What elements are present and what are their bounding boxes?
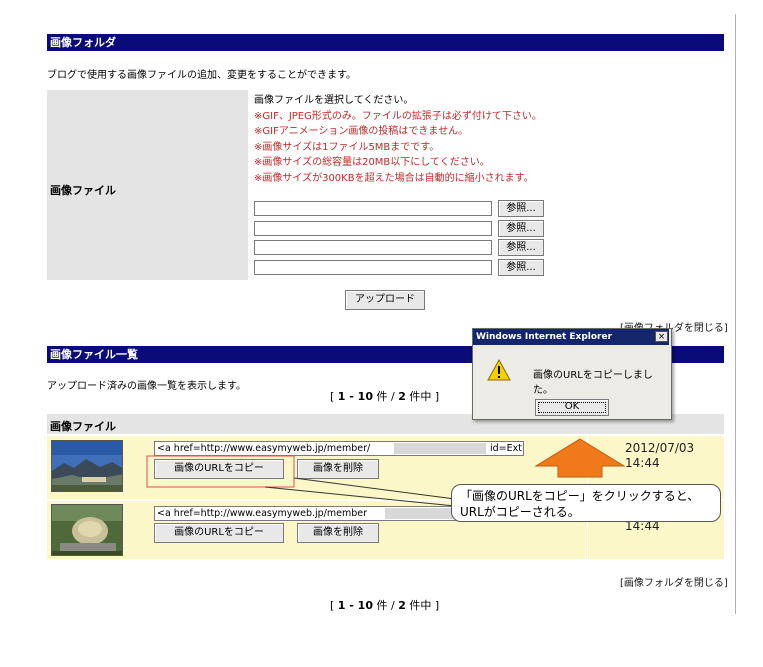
image-url-field[interactable]: <a href=http://www.easymyweb.jp/member/ …: [154, 441, 524, 456]
note-rule: ※GIF、JPEG形式のみ。ファイルの拡張子は必ず付けて下さい。: [254, 110, 542, 122]
copy-confirm-dialog: Windows Internet Explorer × 画像のURLをコピーしま…: [472, 328, 672, 420]
copy-url-button[interactable]: 画像のURLをコピー: [154, 459, 284, 479]
delete-image-button[interactable]: 画像を削除: [297, 523, 379, 543]
page-right-border: [735, 14, 736, 614]
delete-image-button[interactable]: 画像を削除: [297, 459, 379, 479]
pager-top: [ 1 - 10 件 / 2 件中 ]: [330, 390, 440, 403]
instruction-callout: 「画像のURLをコピー」をクリックすると、 URLがコピーされる。: [451, 484, 721, 522]
upload-date: 2012/07/03 14:44: [625, 441, 695, 470]
browse-button[interactable]: 参照...: [498, 200, 544, 217]
close-icon[interactable]: ×: [655, 331, 668, 342]
browse-button[interactable]: 参照...: [498, 259, 544, 276]
note-rule: ※画像サイズの総容量は20MB以下にしてください。: [254, 157, 490, 168]
folder-description: ブログで使用する画像ファイルの追加、変更をすることができます。: [47, 70, 356, 81]
note-rule: ※画像サイズが300KBを超えた場合は自動的に縮小されます。: [254, 172, 534, 184]
warning-icon: [487, 359, 511, 381]
file-label-cell: 画像ファイル: [47, 90, 248, 280]
file-path-input[interactable]: [254, 260, 492, 275]
dialog-message: 画像のURLをコピーしました。: [533, 370, 653, 396]
file-path-input[interactable]: [254, 201, 492, 216]
folder-header: 画像フォルダ: [47, 34, 724, 51]
note-rule: ※画像サイズは1ファイル5MBまでです。: [254, 141, 440, 153]
file-label: 画像ファイル: [50, 184, 116, 197]
file-path-input[interactable]: [254, 240, 492, 255]
close-folder-link[interactable]: [画像フォルダを閉じる]: [620, 574, 728, 589]
image-thumbnail[interactable]: [51, 504, 123, 556]
note-rule: ※GIFアニメーション画像の投稿はできません。: [254, 126, 469, 137]
column-header-label: 画像ファイル: [50, 420, 116, 433]
browse-button[interactable]: 参照...: [498, 239, 544, 256]
upload-notes: 画像ファイルを選択してください。 ※GIF、JPEG形式のみ。ファイルの拡張子は…: [254, 93, 542, 186]
dialog-title: Windows Internet Explorer: [473, 329, 669, 345]
browse-button[interactable]: 参照...: [498, 220, 544, 237]
upload-button[interactable]: アップロード: [345, 290, 425, 310]
copy-url-button[interactable]: 画像のURLをコピー: [154, 523, 284, 543]
list-description: アップロード済みの画像一覧を表示します。: [47, 381, 246, 392]
file-path-input[interactable]: [254, 221, 492, 236]
ok-button[interactable]: OK: [535, 399, 609, 416]
notes-intro: 画像ファイルを選択してください。: [254, 95, 414, 106]
image-thumbnail[interactable]: [51, 440, 123, 492]
pager-bottom: [ 1 - 10 件 / 2 件中 ]: [330, 599, 440, 612]
